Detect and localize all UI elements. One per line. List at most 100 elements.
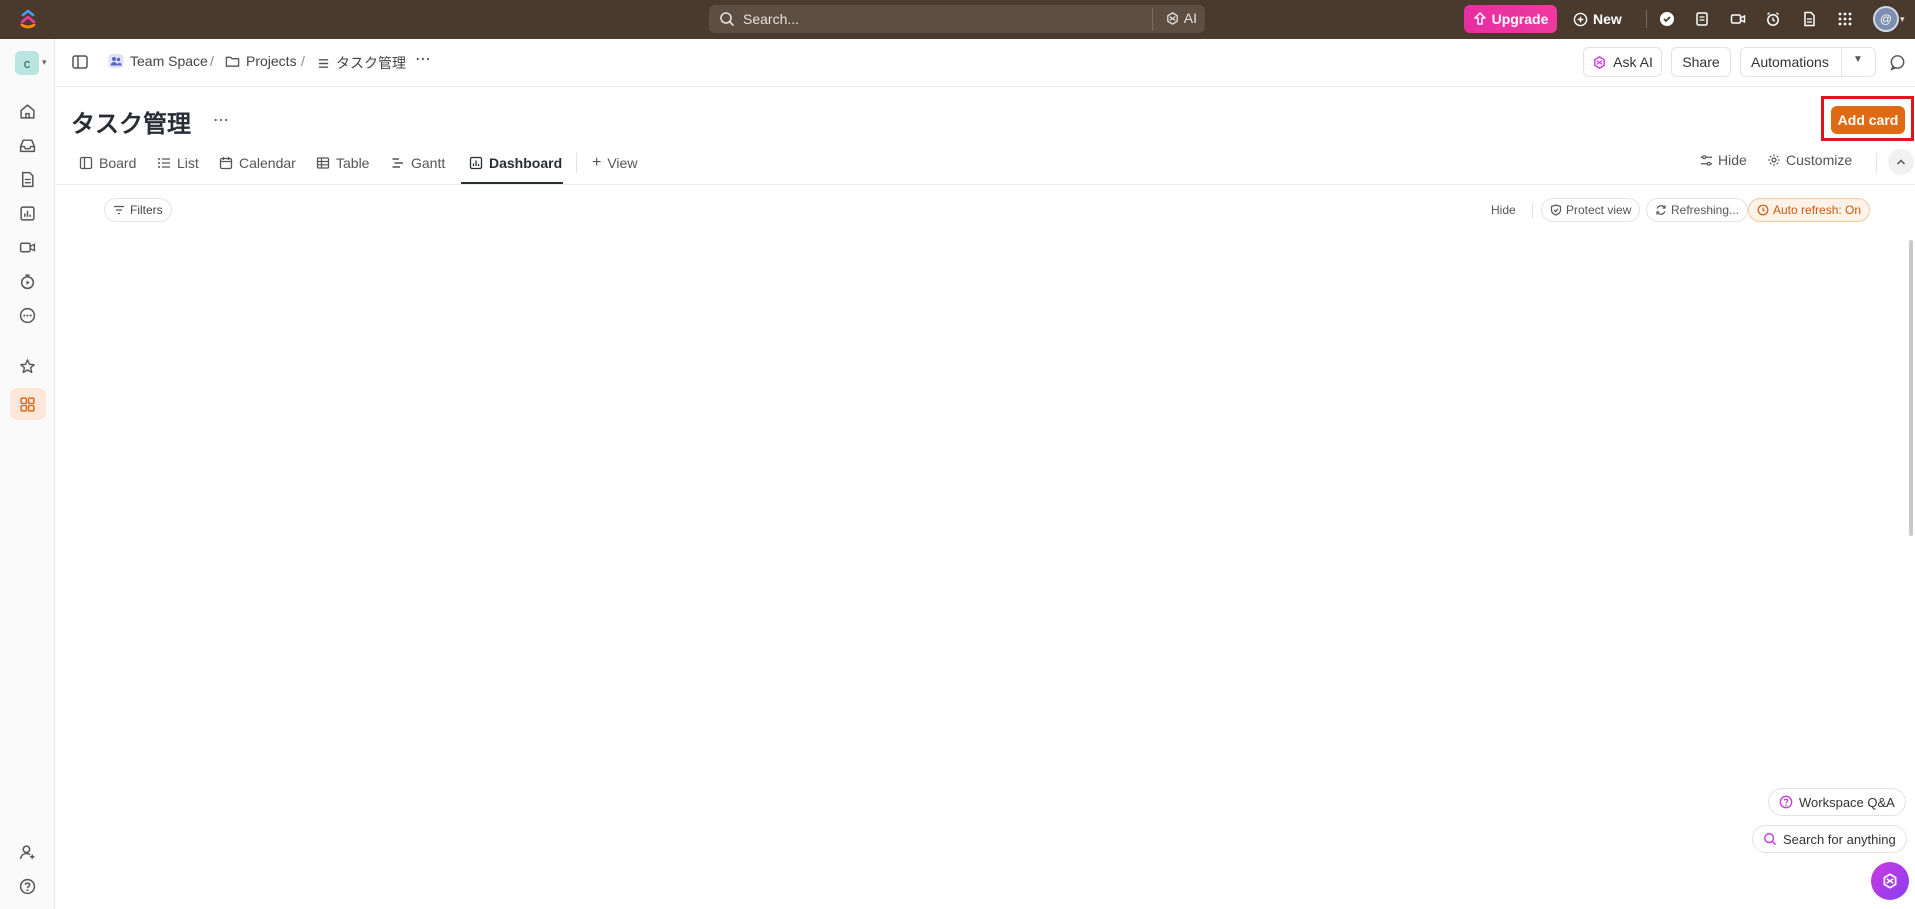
tab-table[interactable]: Table [316, 151, 369, 175]
clickup-logo-icon[interactable] [18, 9, 38, 29]
ask-ai-button[interactable]: Ask AI [1583, 47, 1662, 77]
tab-calendar[interactable]: Calendar [219, 151, 296, 175]
refreshing-label: Refreshing... [1671, 203, 1740, 217]
alarm-clock-icon[interactable] [1764, 10, 1782, 28]
left-sidebar: c ▾ [0, 39, 55, 909]
help-icon[interactable] [16, 875, 38, 897]
gear-icon [1768, 154, 1780, 166]
tab-board[interactable]: Board [79, 151, 136, 175]
tab-label: Board [99, 155, 137, 171]
more-icon[interactable] [16, 304, 38, 326]
automations-label: Automations [1751, 54, 1829, 70]
sidebar-toggle-icon[interactable] [71, 53, 89, 74]
clock-icon [1757, 204, 1769, 216]
notepad-icon[interactable] [1693, 10, 1711, 28]
breadcrumb-team-space[interactable]: Team Space [108, 53, 208, 69]
video-icon[interactable] [1729, 10, 1747, 28]
dashboard-canvas [56, 235, 1906, 909]
search-icon [1764, 833, 1776, 845]
refresh-button[interactable]: Refreshing... [1646, 198, 1749, 222]
docs-icon[interactable] [16, 168, 38, 190]
breadcrumb-label: Projects [246, 53, 297, 69]
breadcrumb-list[interactable]: タスク管理 [317, 53, 406, 73]
upgrade-icon [1473, 12, 1486, 25]
ai-brain-icon [1594, 55, 1606, 69]
more-options-icon[interactable]: ⋯ [213, 110, 229, 130]
automations-button[interactable]: Automations ▼ [1740, 47, 1876, 77]
shield-icon [1550, 204, 1562, 216]
add-view-label: View [607, 155, 638, 171]
hide-button[interactable]: Hide [1700, 152, 1747, 168]
chevron-down-icon[interactable]: ▾ [1900, 14, 1905, 25]
filters-button[interactable]: Filters [104, 198, 172, 222]
filter-icon [114, 205, 124, 215]
refresh-icon [1656, 205, 1666, 215]
dashboards-icon[interactable] [16, 202, 38, 224]
timesheets-icon[interactable] [16, 270, 38, 292]
chevron-down-icon[interactable]: ▾ [42, 57, 47, 68]
upgrade-label: Upgrade [1491, 11, 1549, 27]
inbox-icon[interactable] [16, 134, 38, 156]
plus-circle-icon [1573, 12, 1588, 26]
spaces-icon[interactable] [16, 393, 38, 415]
workspace-qa-button[interactable]: Workspace Q&A [1768, 788, 1906, 816]
filters-label: Filters [130, 203, 163, 217]
add-view-button[interactable]: + View [592, 151, 637, 175]
active-tab-indicator [461, 182, 563, 184]
calendar-icon [219, 157, 233, 170]
tab-label: Calendar [239, 155, 296, 171]
chevron-up-icon [1896, 159, 1906, 165]
tab-gantt[interactable]: Gantt [391, 151, 445, 175]
list-icon [158, 158, 170, 168]
sliders-icon [1700, 154, 1713, 166]
ask-ai-label: Ask AI [1613, 54, 1653, 70]
tab-dashboard[interactable]: Dashboard [469, 151, 562, 175]
list-icon [318, 58, 329, 68]
tab-label: List [177, 155, 199, 171]
protect-view-button[interactable]: Protect view [1541, 198, 1641, 222]
invite-user-icon[interactable] [16, 841, 38, 863]
search-anything-button[interactable]: Search for anything [1752, 825, 1907, 853]
collapse-header-button[interactable] [1888, 149, 1914, 175]
apps-grid-icon[interactable] [1836, 10, 1854, 28]
tab-list[interactable]: List [157, 151, 199, 175]
customize-button[interactable]: Customize [1767, 152, 1852, 168]
document-icon[interactable] [1800, 10, 1818, 28]
breadcrumb-separator: / [301, 53, 305, 69]
hide-filter-button[interactable]: Hide [1483, 198, 1524, 222]
ai-search-button[interactable]: AI [1165, 10, 1197, 26]
protect-view-label: Protect view [1566, 203, 1632, 217]
workspace-qa-label: Workspace Q&A [1799, 794, 1895, 810]
top-bar: Search... AI Upgrade New @ ▾ [0, 0, 1915, 39]
tab-label: Gantt [411, 155, 446, 171]
view-header: Team Space / Projects / タスク管理 ⋯ Ask AI S… [56, 39, 1915, 87]
check-circle-icon[interactable] [1658, 10, 1676, 28]
vertical-scrollbar[interactable] [1909, 240, 1913, 536]
ai-assistant-button[interactable] [1871, 862, 1909, 900]
upgrade-button[interactable]: Upgrade [1464, 5, 1557, 33]
auto-refresh-button[interactable]: Auto refresh: On [1748, 198, 1871, 222]
chat-icon[interactable] [1889, 54, 1906, 74]
user-avatar[interactable]: @ [1873, 6, 1899, 32]
more-options-icon[interactable]: ⋯ [415, 49, 431, 69]
new-button[interactable]: New [1573, 6, 1622, 32]
table-icon [316, 157, 330, 169]
share-label: Share [1682, 54, 1720, 70]
add-card-button[interactable]: Add card [1831, 106, 1905, 134]
board-icon [79, 156, 93, 170]
global-search-input[interactable]: Search... AI [709, 5, 1205, 33]
divider [1152, 8, 1153, 30]
auto-refresh-label: Auto refresh: On [1773, 203, 1862, 217]
view-tabs: Board List Calendar Table Gantt Dashboar… [56, 143, 1915, 185]
favorites-icon[interactable] [16, 355, 38, 377]
home-icon[interactable] [16, 100, 38, 122]
folder-icon [225, 56, 240, 67]
ai-brain-icon [1166, 11, 1178, 25]
question-circle-icon [1779, 795, 1793, 809]
chevron-down-icon[interactable]: ▼ [1853, 54, 1863, 65]
divider [1841, 48, 1842, 76]
breadcrumb-projects[interactable]: Projects [225, 53, 297, 69]
clips-icon[interactable] [16, 236, 38, 258]
workspace-avatar[interactable]: c [15, 51, 39, 75]
share-button[interactable]: Share [1671, 47, 1731, 77]
